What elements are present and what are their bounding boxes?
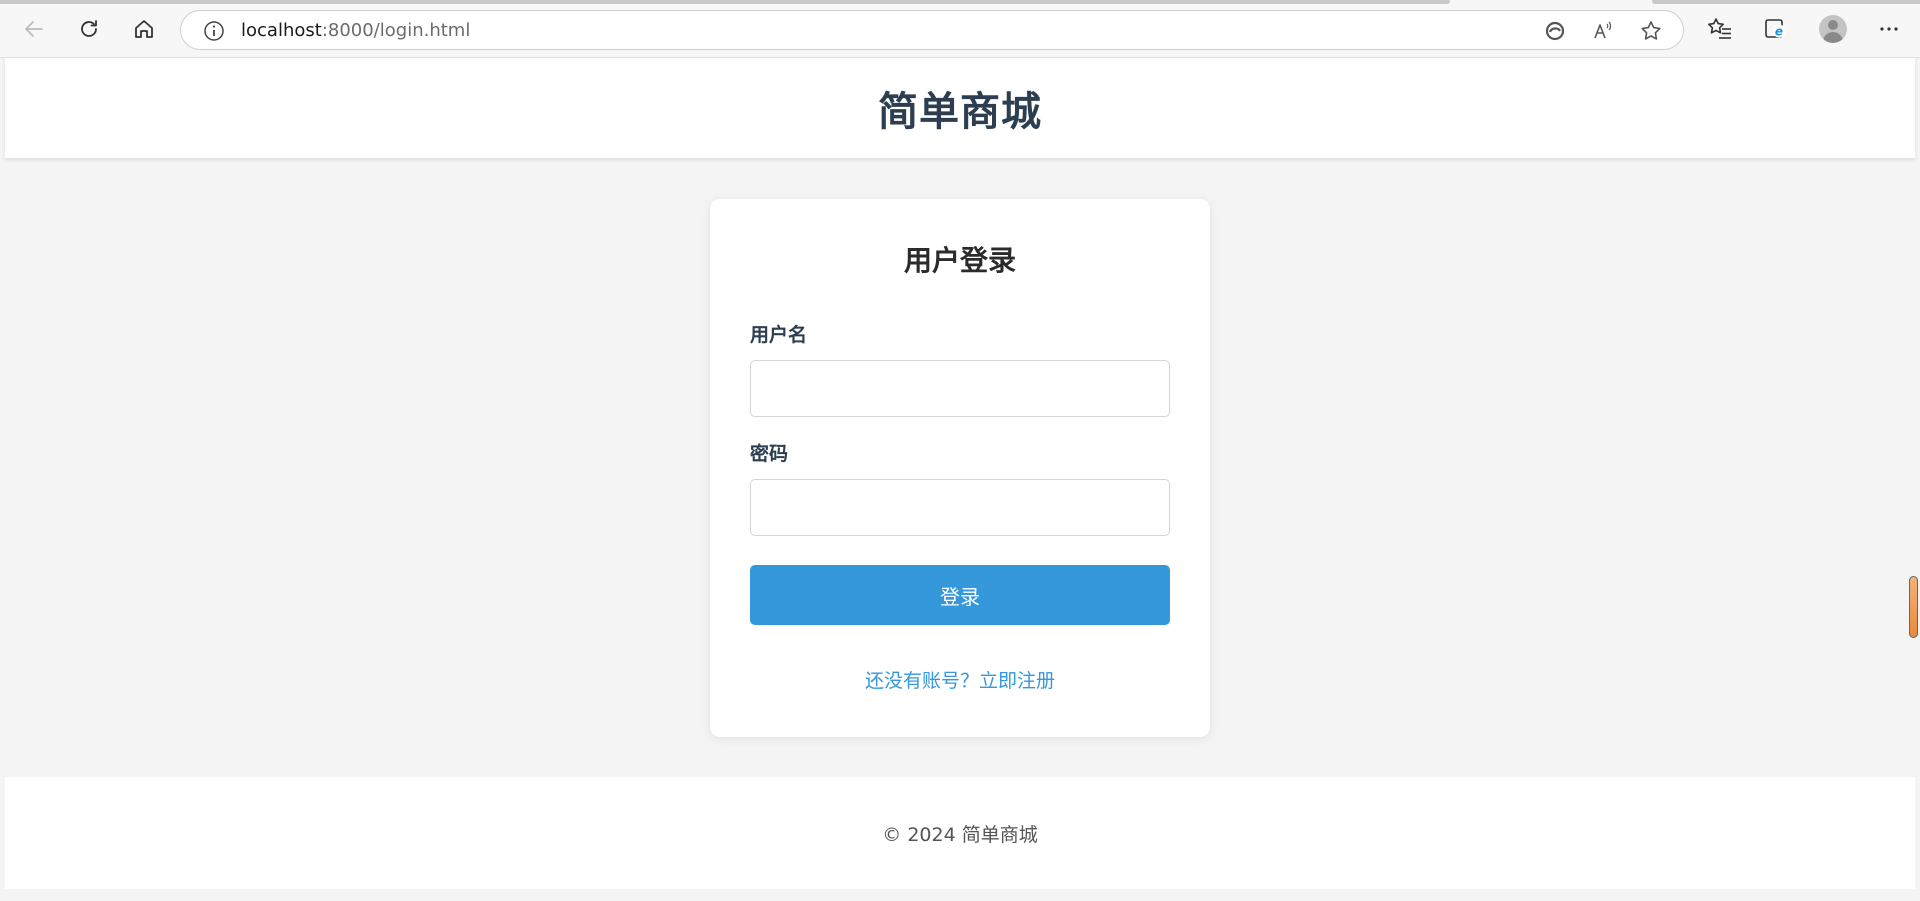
read-aloud-icon[interactable] — [1591, 19, 1615, 43]
back-arrow-icon[interactable] — [16, 11, 52, 47]
url-path: :8000/login.html — [321, 20, 471, 41]
password-input[interactable] — [750, 479, 1170, 536]
footer-copyright: © 2024 简单商城 — [882, 823, 1038, 846]
username-label: 用户名 — [750, 324, 808, 346]
favorite-star-icon[interactable] — [1639, 19, 1663, 43]
info-icon[interactable] — [203, 20, 225, 42]
favorites-list-icon[interactable] — [1705, 14, 1735, 44]
site-title: 简单商城 — [878, 89, 1042, 135]
browser-toolbar: localhost:8000/login.html e — [0, 0, 1920, 58]
scroll-indicator[interactable] — [1909, 576, 1918, 638]
address-url[interactable]: localhost:8000/login.html — [241, 20, 470, 42]
site-header: 简单商城 — [5, 58, 1915, 158]
more-menu-icon[interactable] — [1874, 14, 1904, 44]
login-card: 用户登录 用户名 密码 登录 还没有账号？立即注册 — [710, 199, 1210, 737]
tab-strip-right — [1652, 0, 1920, 4]
url-host: localhost — [241, 20, 322, 41]
page-viewport: 简单商城 用户登录 用户名 密码 登录 还没有账号？立即注册 © 2024 简单… — [0, 58, 1920, 901]
register-link[interactable]: 还没有账号？立即注册 — [710, 669, 1210, 693]
ie-mode-icon[interactable]: e — [1761, 14, 1791, 44]
home-icon[interactable] — [126, 11, 162, 47]
refresh-icon[interactable] — [71, 11, 107, 47]
tab-strip — [0, 0, 1450, 4]
svg-text:e: e — [1775, 25, 1783, 39]
password-label: 密码 — [750, 443, 789, 465]
address-bar[interactable]: localhost:8000/login.html — [180, 10, 1684, 50]
edge-refresh-icon[interactable] — [1543, 19, 1567, 43]
login-button[interactable]: 登录 — [750, 565, 1170, 625]
profile-avatar[interactable] — [1819, 15, 1847, 43]
site-footer: © 2024 简单商城 — [5, 777, 1915, 889]
username-input[interactable] — [750, 360, 1170, 417]
login-title: 用户登录 — [903, 244, 1016, 277]
